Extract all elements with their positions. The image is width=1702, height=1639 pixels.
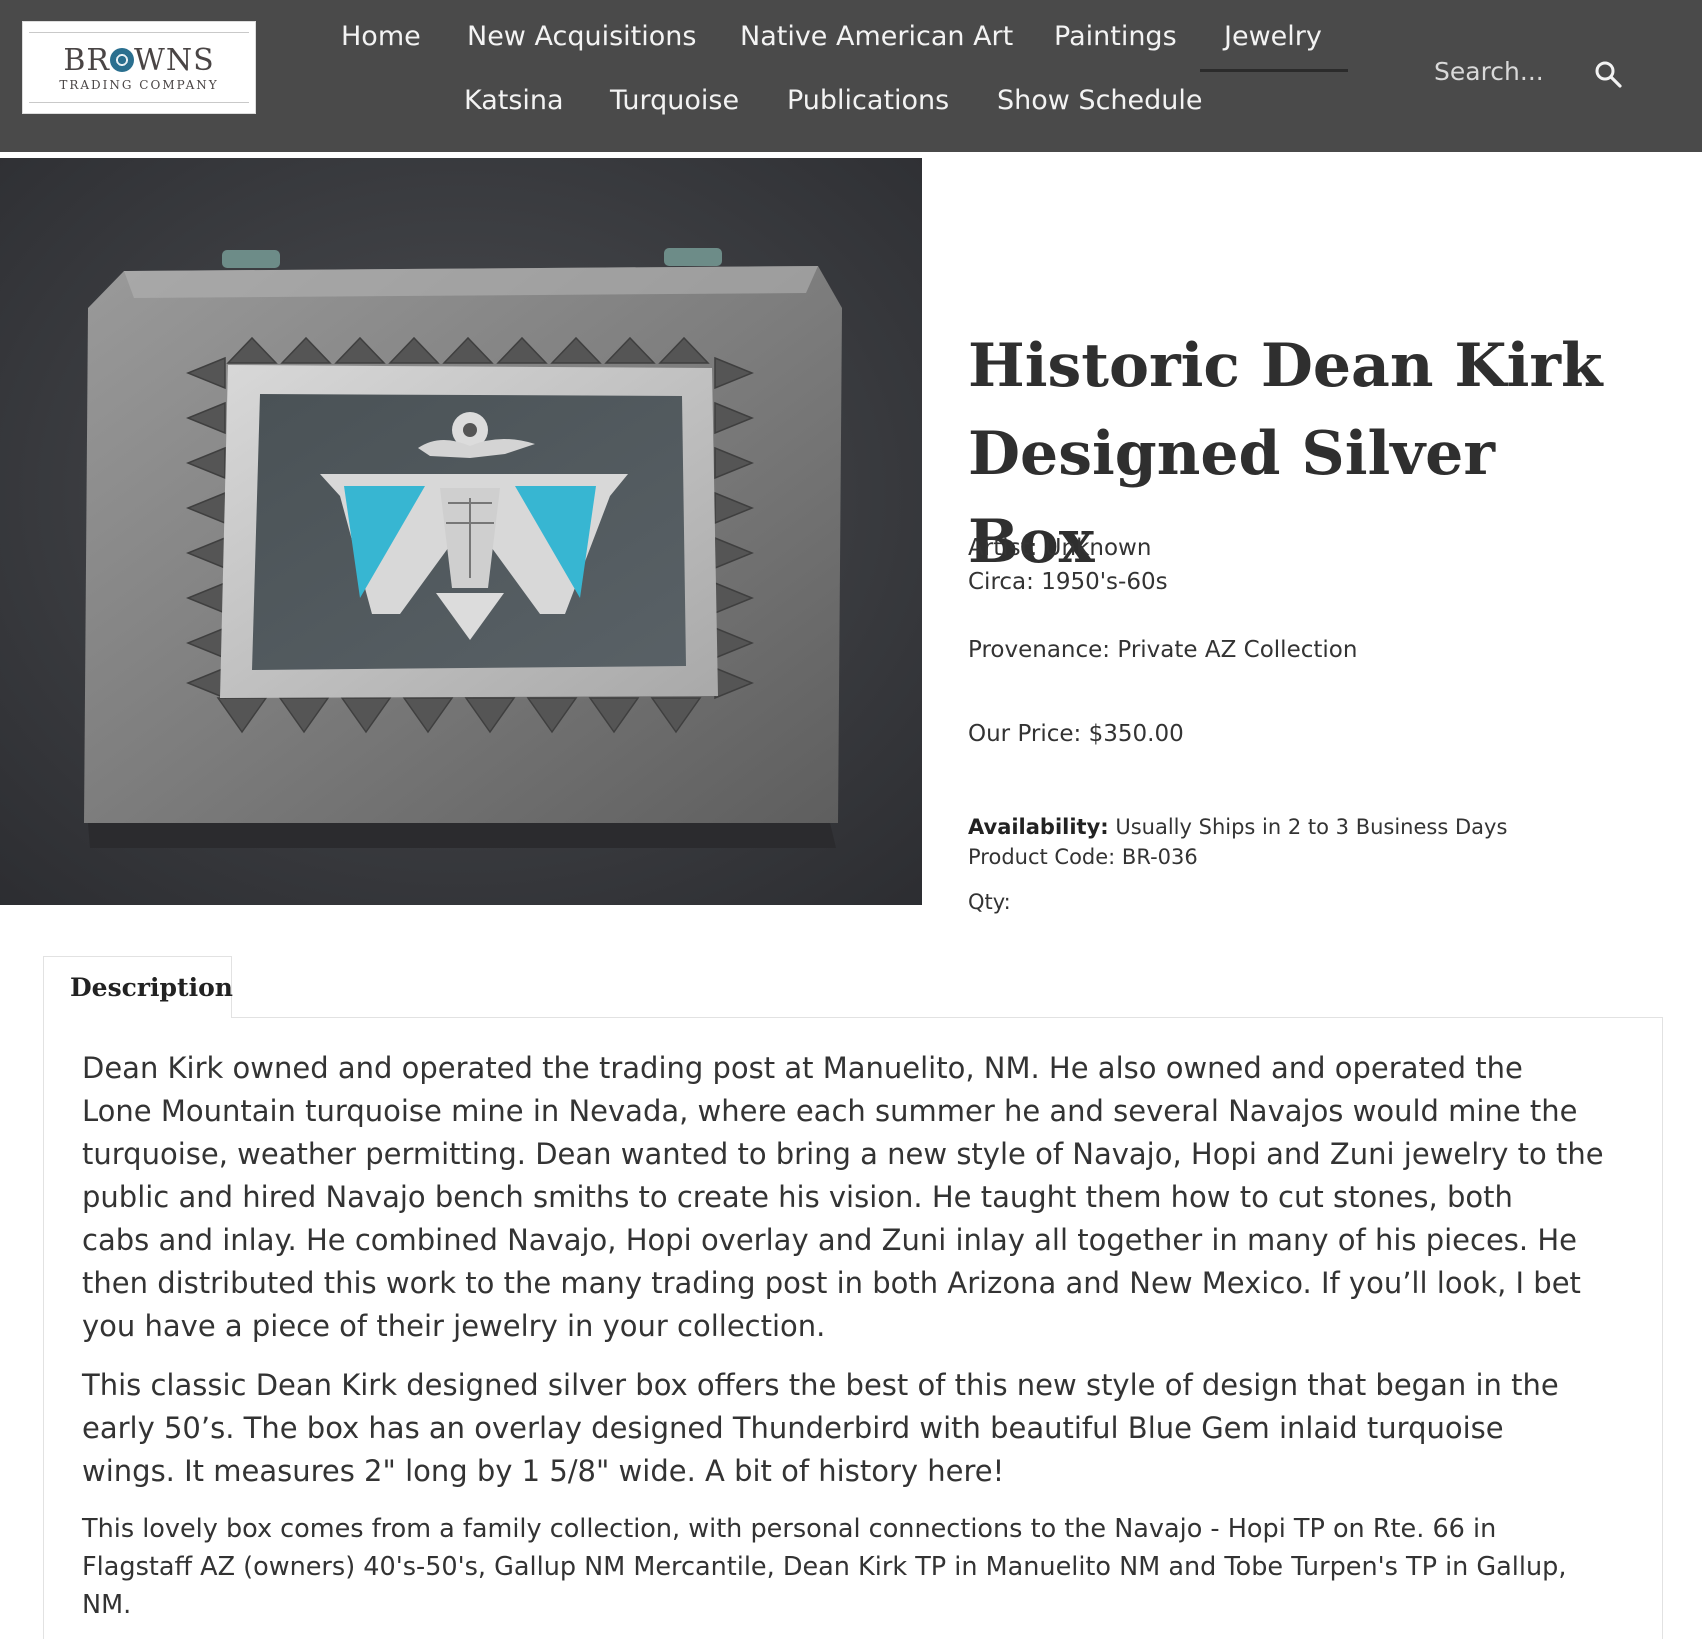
description-line: This lovely box comes from a family coll… [82,1514,1497,1544]
search-icon[interactable] [1594,60,1622,88]
site-header: BR WNS TRADING COMPANY Home New Acquisiti… [0,0,1702,152]
logo-wordmark: BR WNS [63,43,215,78]
nav-item-publications[interactable]: Publications [787,84,949,118]
logo-subtitle: TRADING COMPANY [59,78,219,92]
nav-item-katsina[interactable]: Katsina [464,84,564,118]
nav-item-paintings[interactable]: Paintings [1054,20,1177,54]
nav-item-native-american-art[interactable]: Native American Art [740,20,1013,54]
description-paragraph-3: This lovely box comes from a family coll… [82,1510,1622,1624]
nav-item-jewelry[interactable]: Jewelry [1224,20,1322,54]
logo-rule-top [29,32,249,33]
product-price: Our Price: $350.00 [968,721,1184,747]
nav-active-indicator [1200,69,1348,72]
product-circa: Circa: 1950's-60s [968,569,1168,595]
logo-medallion-icon [110,48,134,72]
qty-label: Qty: [968,890,1011,914]
availability-label: Availability: [968,815,1109,839]
description-line: you have a piece of their jewelry in you… [82,1309,826,1343]
description-line: public and hired Navajo bench smiths to … [82,1180,1513,1214]
tab-description[interactable]: Description [43,956,233,1018]
product-provenance: Provenance: Private AZ Collection [968,637,1358,663]
nav-item-new-acquisitions[interactable]: New Acquisitions [467,20,696,54]
description-line: cabs and inlay. He combined Navajo, Hopi… [82,1223,1578,1257]
description-line: This classic Dean Kirk designed silver b… [82,1368,1559,1402]
description-line: Flagstaff AZ (owners) 40's-50's, Gallup … [82,1552,1567,1582]
description-paragraph-2: This classic Dean Kirk designed silver b… [82,1364,1622,1493]
product-artist: Artist: Unknown [968,535,1152,561]
description-line: early 50’s. The box has an overlay desig… [82,1411,1504,1445]
logo-rule-bottom [29,102,249,103]
description-line: wings. It measures 2" long by 1 5/8" wid… [82,1454,1005,1488]
description-paragraph-1: Dean Kirk owned and operated the trading… [82,1047,1622,1348]
nav-item-home[interactable]: Home [341,20,421,54]
description-line: NM. [82,1590,132,1620]
nav-item-show-schedule[interactable]: Show Schedule [997,84,1203,118]
description-line: then distributed this work to the many t… [82,1266,1581,1300]
brand-logo[interactable]: BR WNS TRADING COMPANY [22,21,256,114]
product-availability: Availability: Usually Ships in 2 to 3 Bu… [968,812,1507,842]
description-line: Dean Kirk owned and operated the trading… [82,1051,1523,1085]
product-title-line-1: Historic Dean Kirk [968,331,1603,401]
description-line: Lone Mountain turquoise mine in Nevada, … [82,1094,1578,1128]
nav-item-turquoise[interactable]: Turquoise [610,84,739,118]
search-input[interactable]: Search... [1434,56,1544,88]
availability-value: Usually Ships in 2 to 3 Business Days [1108,815,1508,839]
product-image[interactable] [0,158,922,905]
description-line: turquoise, weather permitting. Dean want… [82,1137,1604,1171]
product-code: Product Code: BR-036 [968,845,1198,869]
